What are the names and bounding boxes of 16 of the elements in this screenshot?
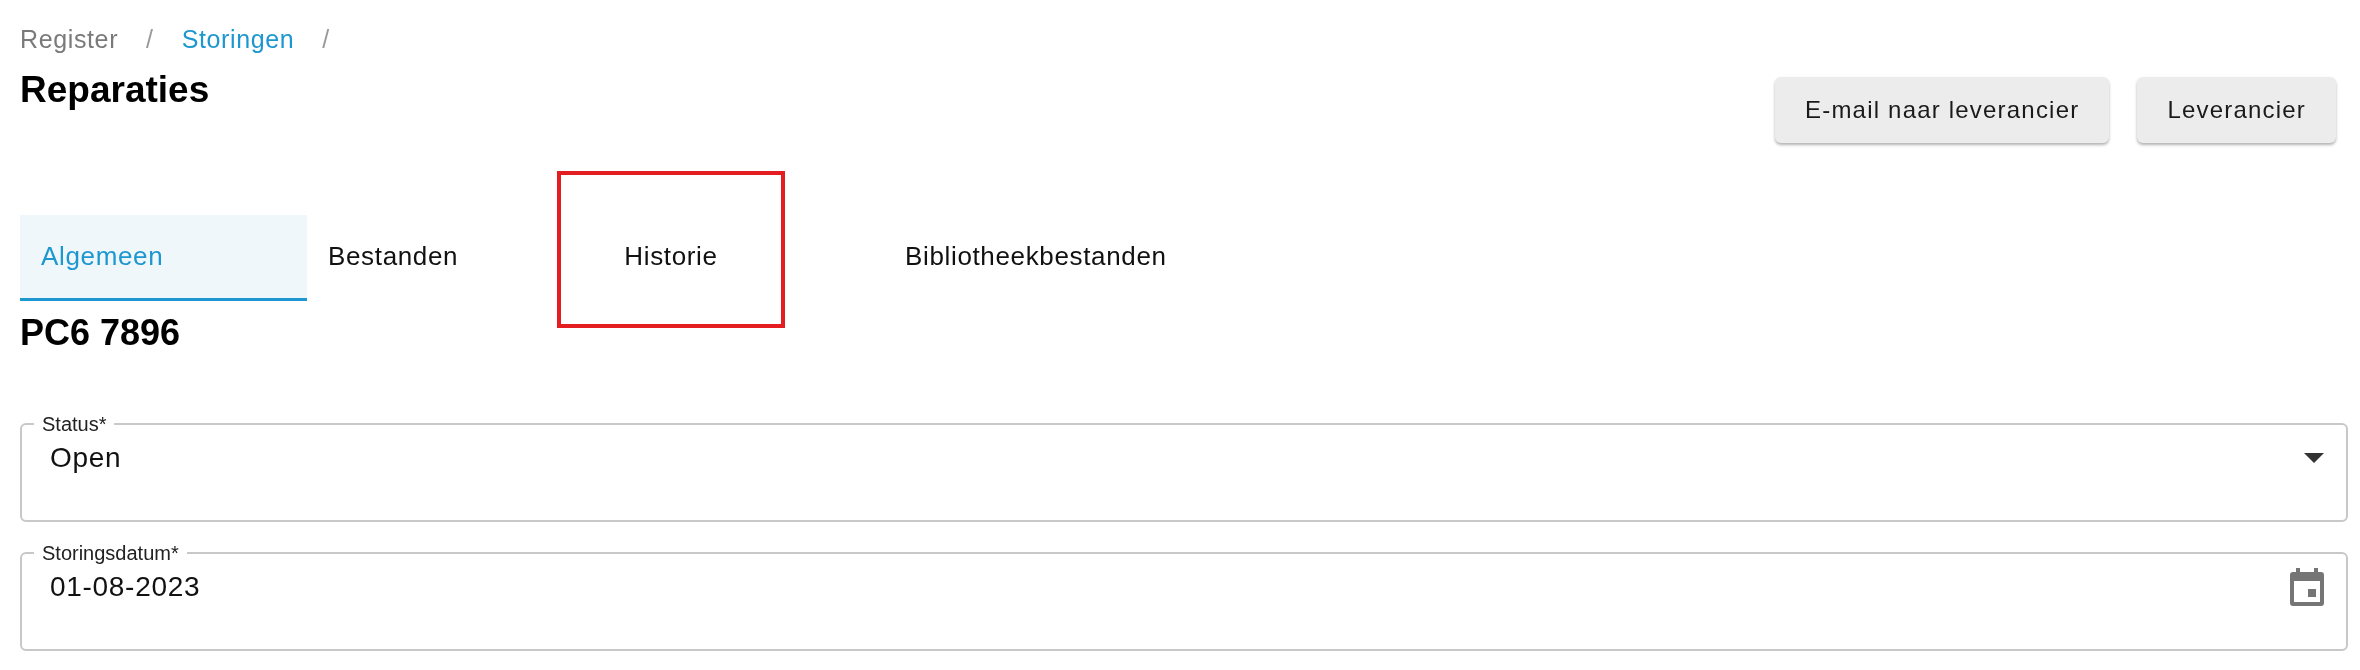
- breadcrumb-item: Register: [20, 24, 119, 56]
- tab[interactable]: Bestanden: [307, 215, 557, 301]
- page-title: Reparaties: [20, 68, 211, 112]
- toolbar-button[interactable]: E-mail naar leverancier: [1775, 77, 2110, 143]
- field-label: Storingsdatum*: [41, 541, 180, 566]
- field-label: Status*: [41, 412, 108, 437]
- field-value: 01-08-2023: [50, 570, 201, 604]
- dropdown-caret-icon: [2304, 453, 2324, 463]
- breadcrumb-separator: /: [146, 24, 154, 56]
- toolbar-button[interactable]: Leverancier: [2137, 77, 2336, 143]
- tab[interactable]: Historie: [557, 215, 785, 301]
- calendar-icon: [2290, 568, 2324, 606]
- breadcrumb-separator: /: [322, 24, 330, 56]
- field-value: Open: [50, 441, 122, 475]
- record-title: PC6 7896: [20, 313, 182, 353]
- tab[interactable]: Bibliotheekbestanden: [785, 215, 1205, 301]
